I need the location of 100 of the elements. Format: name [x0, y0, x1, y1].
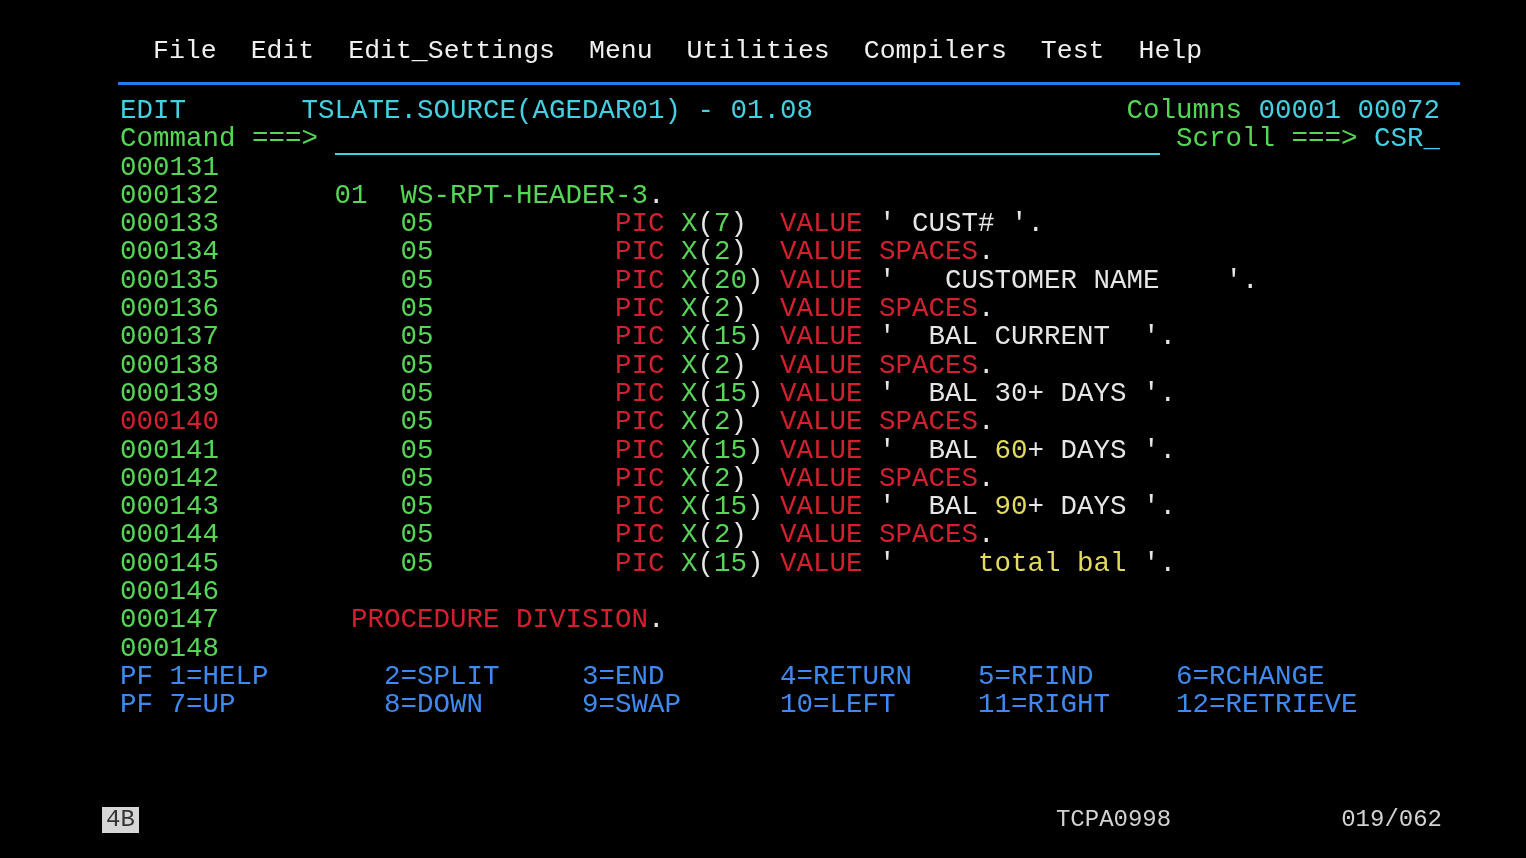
menu-item[interactable]: Edit	[250, 36, 315, 82]
keyword: PIC	[615, 521, 665, 550]
string-literal: ' BAL CURRENT '.	[879, 323, 1176, 352]
figurative-constant: SPACES	[879, 408, 978, 437]
level-number: 05	[400, 379, 434, 409]
line-number: 000133	[120, 210, 219, 239]
level-number: 05	[400, 436, 434, 465]
keyword: PIC	[615, 493, 665, 522]
level-number: 01	[334, 181, 368, 211]
period-mark: .	[978, 408, 995, 437]
keyword: PIC	[615, 210, 665, 239]
pf-key-label: 12=RETRIEVE	[1176, 691, 1358, 720]
line-number: 000142	[120, 464, 219, 494]
pf-key-label: 11=RIGHT	[978, 691, 1110, 720]
keyword: VALUE	[780, 549, 863, 579]
level-number: 05	[400, 210, 434, 239]
picture-clause: X(15)	[681, 493, 764, 522]
figurative-constant: SPACES	[879, 295, 978, 324]
line-number: 000137	[120, 323, 219, 352]
period-mark: .	[648, 181, 665, 211]
keyword: VALUE	[780, 351, 863, 380]
pf-key-label: 7=UP	[169, 691, 236, 720]
string-literal: ' CUSTOMER NAME '.	[879, 266, 1259, 296]
terminal-id: TCPA0998	[1055, 806, 1172, 834]
menu-item[interactable]: Menu	[589, 36, 653, 82]
picture-clause: X(7)	[681, 210, 747, 239]
line-number: 000136	[120, 295, 219, 324]
level-number: 05	[400, 295, 434, 324]
string-literal: ' BAL 30+ DAYS '.	[879, 379, 1176, 409]
keyword: VALUE	[780, 521, 863, 550]
line-number: 000135	[120, 266, 219, 296]
pf-key-label: 4=RETURN	[780, 662, 912, 692]
picture-clause: X(20)	[681, 266, 764, 296]
figurative-constant: SPACES	[879, 521, 978, 550]
keyword: PIC	[615, 379, 665, 409]
line-number: 000144	[120, 521, 219, 550]
menu-item[interactable]: File	[153, 36, 217, 82]
pf-key-label: 1=HELP	[169, 662, 269, 692]
keyword: PIC	[615, 323, 665, 352]
level-number: 05	[400, 266, 434, 296]
keyword: PIC	[615, 408, 665, 437]
line-number: 000147	[120, 606, 219, 635]
menu-item[interactable]: Help	[1138, 36, 1203, 82]
level-number: 05	[400, 549, 434, 579]
keyword: PIC	[615, 464, 665, 494]
keyword: PIC	[615, 549, 665, 579]
picture-clause: X(2)	[681, 238, 747, 267]
keyword: VALUE	[780, 238, 863, 267]
menu-item[interactable]: Test	[1040, 36, 1105, 82]
level-number: 05	[400, 323, 434, 352]
picture-clause: X(2)	[681, 521, 747, 550]
period-mark: .	[978, 464, 995, 494]
pf-label: PF	[120, 691, 153, 720]
keyword: VALUE	[780, 323, 863, 352]
cursor-position: 019/062	[1341, 806, 1442, 834]
line-number: 000148	[120, 634, 219, 663]
picture-clause: X(2)	[681, 408, 747, 437]
picture-clause: X(2)	[681, 295, 747, 324]
keyword: VALUE	[780, 493, 863, 522]
figurative-constant: SPACES	[879, 238, 978, 267]
line-number: 000131	[120, 153, 219, 182]
session-indicator: 4B	[102, 806, 139, 833]
pf-key-label: 8=DOWN	[384, 691, 483, 720]
column-number: 00001	[1258, 97, 1341, 126]
picture-clause: X(2)	[681, 351, 747, 380]
pf-key-label: 2=SPLIT	[384, 662, 500, 692]
line-number: 000143	[120, 493, 219, 522]
line-number: 000145	[120, 549, 219, 579]
period-mark: .	[648, 606, 665, 635]
period-mark: .	[978, 295, 995, 324]
level-number: 05	[400, 521, 434, 550]
line-number: 000146	[120, 578, 219, 607]
menu-item[interactable]: Edit_Settings	[348, 36, 555, 82]
string-literal: ' CUST# '.	[879, 210, 1044, 239]
picture-clause: X(15)	[681, 549, 764, 579]
scroll-field[interactable]: CSR_	[1374, 125, 1440, 156]
level-number: 05	[400, 238, 434, 267]
picture-clause: X(15)	[681, 436, 764, 465]
column-number: 00072	[1357, 97, 1440, 126]
keyword: VALUE	[780, 464, 863, 494]
mode-label: EDIT	[120, 97, 186, 126]
line-number: 000139	[120, 379, 219, 409]
line-number: 000141	[120, 436, 219, 465]
level-number: 05	[400, 408, 434, 437]
line-number: 000140	[120, 408, 219, 437]
menu-item[interactable]: Compilers	[863, 36, 1007, 82]
pf-key-label: 3=END	[582, 662, 665, 692]
period-mark: .	[978, 351, 995, 380]
keyword: VALUE	[780, 266, 863, 296]
line-number: 000132	[120, 181, 219, 211]
keyword: PIC	[615, 238, 665, 267]
pf-key-label: 10=LEFT	[780, 691, 896, 720]
command-label: Command ===>	[120, 125, 318, 156]
keyword: PIC	[615, 266, 665, 296]
period-mark: .	[978, 521, 995, 550]
menu-item[interactable]: Utilities	[686, 36, 830, 82]
keyword: VALUE	[780, 379, 863, 409]
line-number: 000138	[120, 351, 219, 380]
period-mark: .	[978, 238, 995, 267]
level-number: 05	[400, 464, 434, 494]
